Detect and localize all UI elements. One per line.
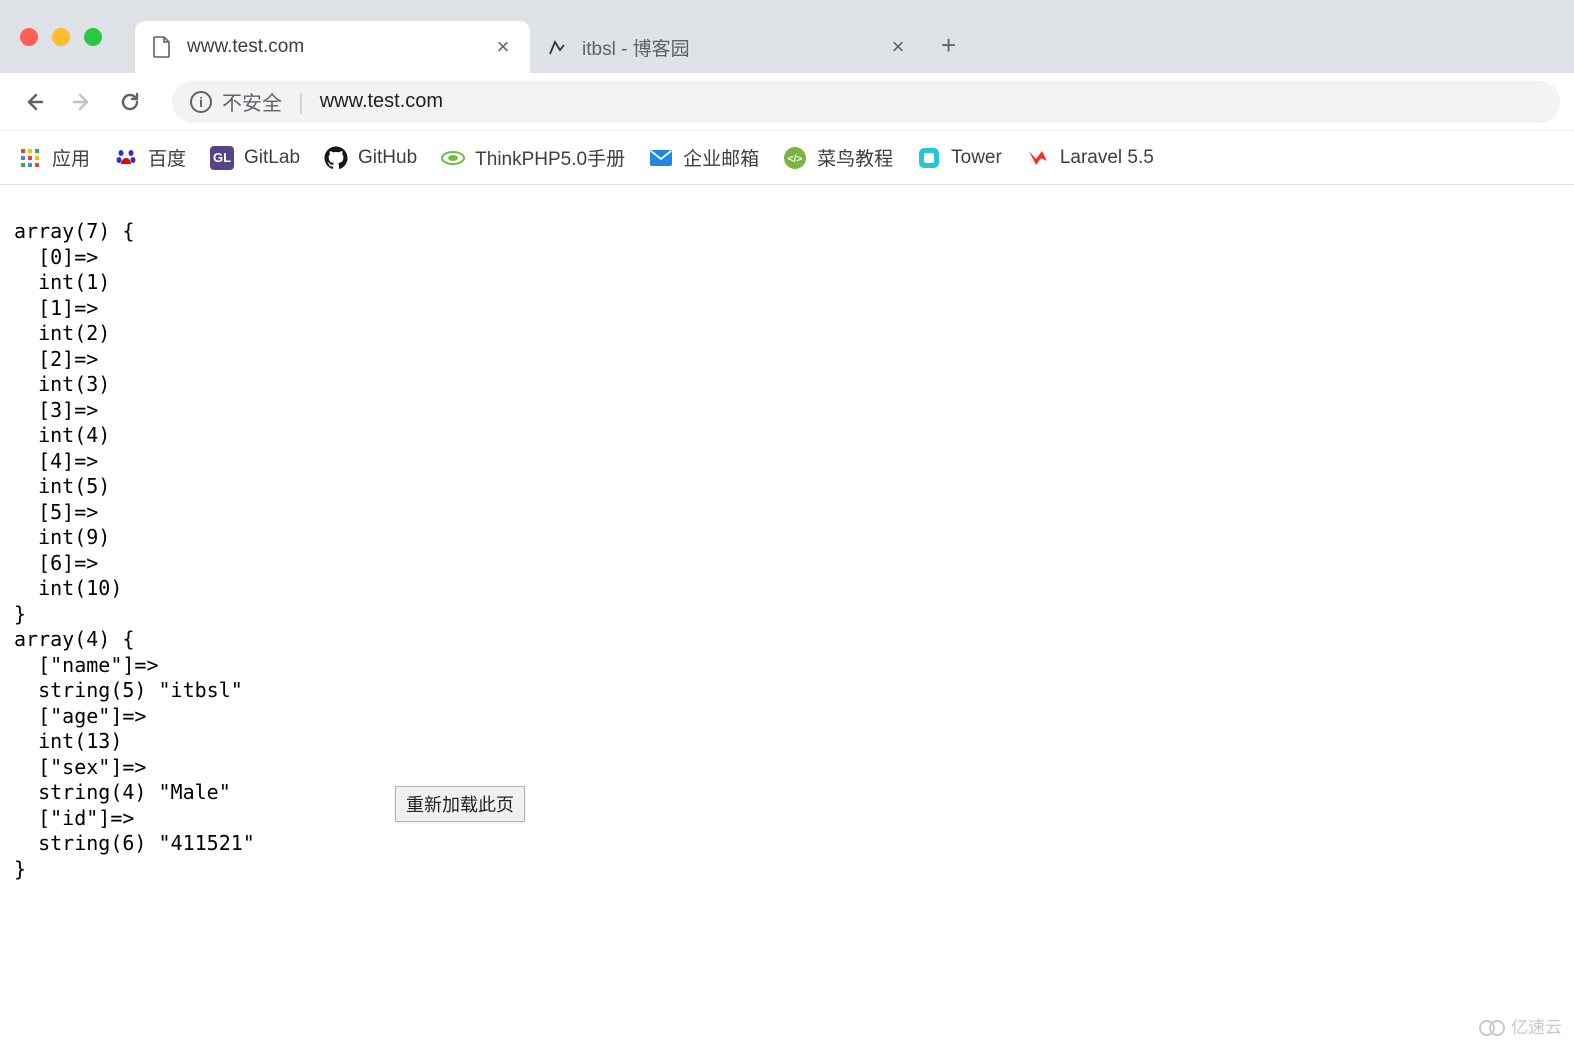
window-minimize-button[interactable]	[52, 28, 70, 46]
thinkphp-icon	[441, 146, 465, 170]
forward-button[interactable]	[62, 82, 102, 122]
mail-icon	[649, 146, 673, 170]
gitlab-icon: GL	[210, 146, 234, 170]
reload-tooltip: 重新加载此页	[395, 786, 525, 822]
bookmark-baidu[interactable]: 百度	[114, 144, 186, 171]
bookmark-tower[interactable]: Tower	[917, 146, 1002, 170]
reload-button[interactable]	[110, 82, 150, 122]
bookmark-laravel[interactable]: Laravel 5.5	[1026, 146, 1154, 170]
bookmark-label: ThinkPHP5.0手册	[475, 144, 625, 171]
window-close-button[interactable]	[20, 28, 38, 46]
new-tab-button[interactable]: +	[925, 30, 972, 61]
bookmarks-bar: 应用 百度 GL GitLab GitHub ThinkPHP5.0手册 企业邮…	[0, 131, 1574, 185]
bookmark-runoob[interactable]: </> 菜鸟教程	[783, 144, 893, 171]
apps-icon	[18, 146, 42, 170]
url-text: www.test.com	[320, 90, 443, 113]
tower-icon	[917, 146, 941, 170]
watermark-icon	[1479, 1016, 1505, 1036]
security-status: 不安全	[222, 87, 282, 116]
back-button[interactable]	[14, 82, 54, 122]
tab-title: www.test.com	[187, 36, 478, 58]
info-icon: i	[190, 91, 212, 113]
window-maximize-button[interactable]	[84, 28, 102, 46]
runoob-icon: </>	[783, 146, 807, 170]
tab-strip: www.test.com × itbsl - 博客园 × +	[135, 0, 972, 73]
bookmark-label: 应用	[52, 144, 90, 171]
watermark: 亿速云	[1479, 1013, 1562, 1038]
tab-close-button[interactable]: ×	[887, 34, 909, 60]
toolbar: i 不安全 | www.test.com	[0, 73, 1574, 131]
titlebar: www.test.com × itbsl - 博客园 × +	[0, 0, 1574, 73]
bookmark-label: GitHub	[358, 147, 417, 169]
page-content: array(7) { [0]=> int(1) [1]=> int(2) [2]…	[0, 205, 1574, 896]
bookmark-label: 菜鸟教程	[817, 144, 893, 171]
github-icon	[324, 146, 348, 170]
bookmark-label: Tower	[951, 147, 1002, 169]
address-bar[interactable]: i 不安全 | www.test.com	[172, 81, 1560, 123]
baidu-icon	[114, 146, 138, 170]
tab-inactive[interactable]: itbsl - 博客园 ×	[530, 21, 925, 73]
bookmark-label: GitLab	[244, 147, 300, 169]
bookmark-label: 百度	[148, 144, 186, 171]
tab-close-button[interactable]: ×	[492, 34, 514, 60]
window-controls	[20, 28, 102, 46]
bookmark-apps[interactable]: 应用	[18, 144, 90, 171]
bookmark-thinkphp[interactable]: ThinkPHP5.0手册	[441, 144, 625, 171]
file-icon	[151, 36, 173, 58]
bookmark-github[interactable]: GitHub	[324, 146, 417, 170]
laravel-icon	[1026, 146, 1050, 170]
cnblogs-icon	[546, 36, 568, 58]
separator: |	[292, 89, 310, 115]
watermark-text: 亿速云	[1511, 1013, 1562, 1038]
tab-title: itbsl - 博客园	[582, 34, 873, 61]
bookmark-label: 企业邮箱	[683, 144, 759, 171]
svg-text:</>: </>	[788, 154, 803, 165]
bookmark-gitlab[interactable]: GL GitLab	[210, 146, 300, 170]
bookmark-mail[interactable]: 企业邮箱	[649, 144, 759, 171]
tab-active[interactable]: www.test.com ×	[135, 21, 530, 73]
bookmark-label: Laravel 5.5	[1060, 147, 1154, 169]
